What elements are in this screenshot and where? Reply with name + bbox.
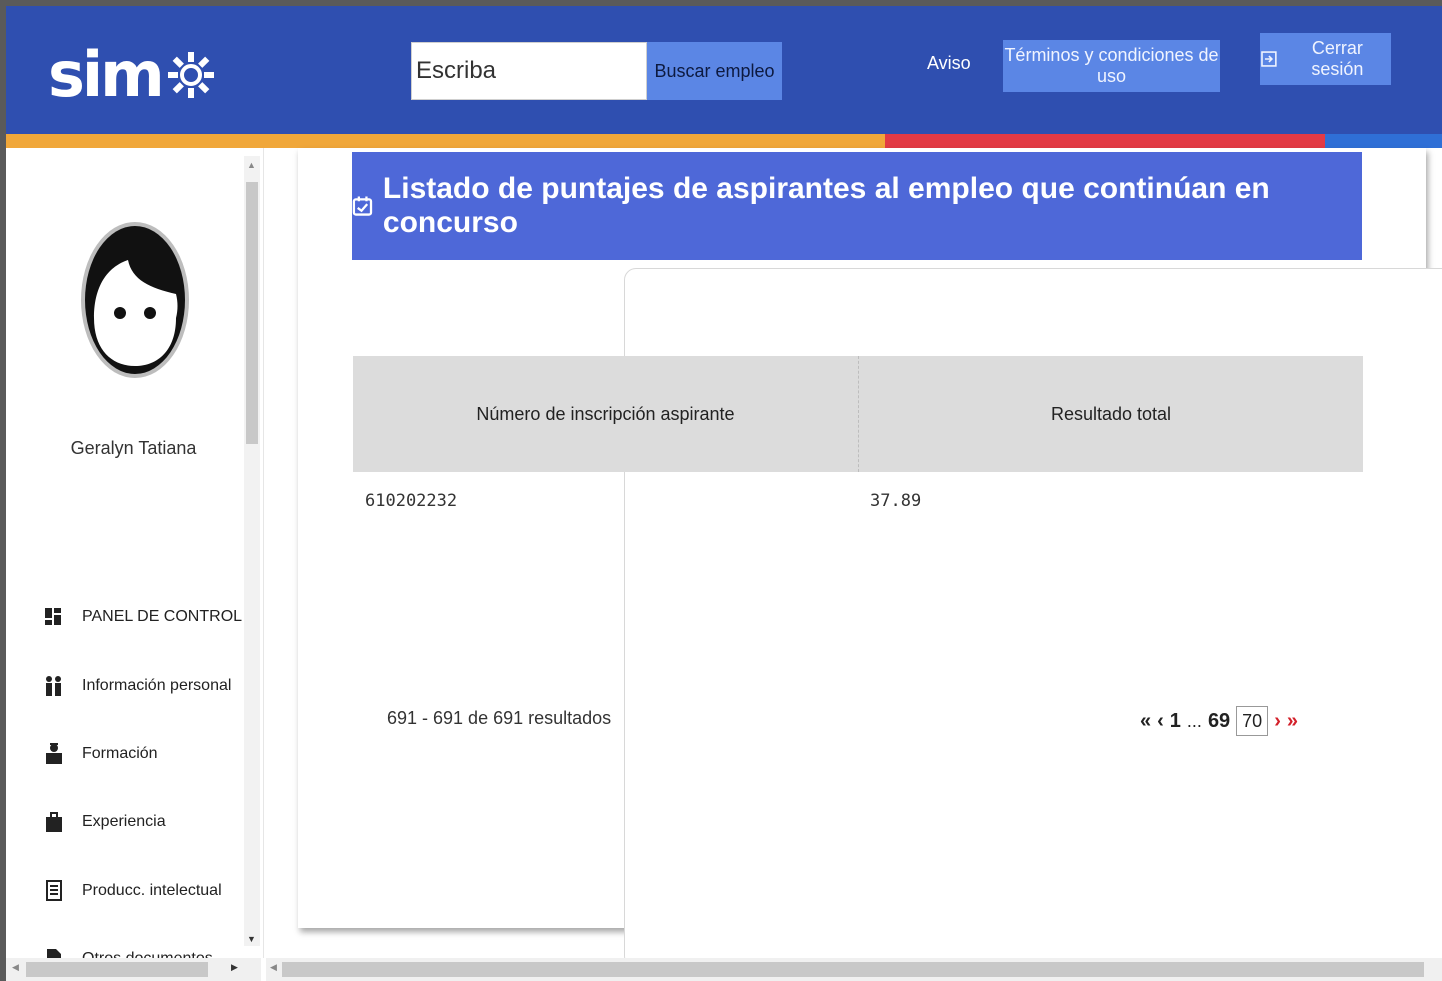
student-icon [46, 743, 62, 764]
briefcase-icon [46, 812, 62, 832]
logout-icon [1261, 51, 1277, 67]
page-title-banner: Listado de puntajes de aspirantes al emp… [352, 152, 1362, 260]
sidebar-horizontal-scrollbar[interactable]: ◀ ▶ [6, 958, 261, 981]
file-icon [47, 949, 61, 958]
sidebar-item-other-documents[interactable]: Otros documentos [44, 945, 213, 958]
browser-viewport: sim Buscar empleo Aviso Tér [0, 0, 1442, 981]
scores-table: Número de inscripción aspirante Resultad… [353, 356, 1363, 530]
sidebar-item-label: Producc. intelectual [82, 882, 222, 899]
sidebar-item-experience[interactable]: Experiencia [44, 808, 166, 836]
main-horizontal-scrollbar-thumb[interactable] [282, 962, 1424, 977]
main-horizontal-scrollbar[interactable]: ◀ [266, 958, 1442, 981]
sidebar: Geralyn Tatiana PANEL DE CONTROL Informa… [6, 148, 264, 958]
scroll-right-arrow-icon[interactable]: ▶ [231, 962, 238, 973]
search-input[interactable] [411, 42, 647, 100]
page-1-link[interactable]: 1 [1170, 710, 1181, 733]
simo-logo[interactable]: sim [48, 44, 216, 106]
calendar-check-icon [352, 196, 373, 216]
page-69-link[interactable]: 69 [1208, 710, 1230, 733]
table-header: Número de inscripción aspirante Resultad… [353, 356, 1363, 472]
scroll-left-arrow-icon[interactable]: ◀ [270, 962, 277, 973]
scroll-up-arrow-icon[interactable]: ▲ [247, 160, 256, 170]
logout-label: Cerrar sesión [1311, 38, 1364, 79]
pagination-ellipsis: ... [1186, 710, 1202, 731]
last-page-button[interactable]: » [1287, 710, 1298, 733]
sidebar-horizontal-scrollbar-thumb[interactable] [26, 962, 208, 977]
people-icon [46, 676, 61, 696]
sidebar-item-education[interactable]: Formación [44, 740, 158, 768]
sidebar-item-label: PANEL DE CONTROL [82, 608, 243, 625]
logo-text: sim [48, 38, 165, 111]
pagination: « ‹ 1 ... 69 70 › » [1140, 706, 1298, 736]
sidebar-scrollbar[interactable]: ▲ ▼ [244, 156, 260, 946]
previous-page-button[interactable]: ‹ [1157, 710, 1164, 733]
user-name: Geralyn Tatiana [70, 438, 197, 458]
registration-number-cell: 610202232 [365, 491, 458, 511]
sidebar-item-control-panel[interactable]: PANEL DE CONTROL [44, 603, 242, 631]
color-strip [6, 134, 1442, 148]
first-page-button[interactable]: « [1140, 710, 1151, 733]
sidebar-item-label: Información personal [82, 677, 232, 694]
sidebar-item-label: Otros documentos [82, 950, 213, 958]
table-row: 610202232 37.89 [353, 472, 1363, 530]
scroll-left-arrow-icon[interactable]: ◀ [12, 962, 19, 973]
column-header-registration-number[interactable]: Número de inscripción aspirante [353, 356, 858, 472]
total-result-cell: 37.89 [870, 491, 922, 511]
strip-blue [1325, 134, 1442, 148]
avatar-icon [81, 222, 189, 378]
strip-orange [6, 134, 885, 148]
next-page-button[interactable]: › [1274, 710, 1281, 733]
sidebar-item-label: Experiencia [82, 813, 166, 830]
strip-red [885, 134, 1325, 148]
scroll-down-arrow-icon[interactable]: ▼ [247, 934, 256, 944]
results-summary: 691 - 691 de 691 resultados [387, 708, 612, 728]
dashboard-icon [45, 608, 61, 625]
sidebar-item-personal-info[interactable]: Información personal [44, 672, 231, 700]
sidebar-scrollbar-thumb[interactable] [246, 182, 258, 444]
page-title: Listado de puntajes de aspirantes al emp… [382, 172, 1270, 239]
current-page-indicator: 70 [1236, 706, 1269, 736]
sidebar-item-label: Formación [82, 745, 158, 762]
top-header: sim Buscar empleo Aviso Tér [6, 6, 1442, 134]
terms-button[interactable]: Términos y condiciones de uso [1003, 40, 1220, 92]
notice-link[interactable]: Aviso [927, 53, 971, 74]
sidebar-item-intellectual-production[interactable]: Producc. intelectual [44, 877, 222, 905]
gear-logo-icon [167, 52, 214, 98]
document-icon [46, 880, 62, 901]
main-panel [298, 148, 1442, 968]
logout-button[interactable]: Cerrar sesión [1260, 33, 1391, 85]
column-header-total-result[interactable]: Resultado total [858, 356, 1363, 472]
search-jobs-button[interactable]: Buscar empleo [647, 42, 782, 100]
